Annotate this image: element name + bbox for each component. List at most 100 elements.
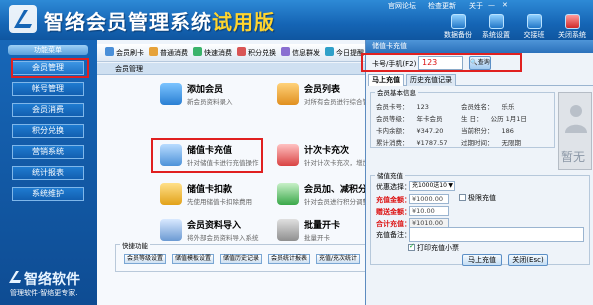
feature-name: 会员列表 (304, 85, 341, 95)
shift-label: 交接班 (523, 31, 545, 39)
exit-label: 关闭系统 (558, 31, 586, 39)
print-ticket-checkbox[interactable]: 打印充值小票 (408, 242, 459, 253)
swipe-card-button[interactable]: 会员刷卡 (105, 47, 144, 59)
toolbar: 会员刷卡 普通消费 快速消费 积分兑换 信息群发 今日提醒 (97, 44, 365, 62)
fixed-charge-label: 极限充值 (468, 194, 496, 202)
backup-label: 数据备份 (444, 31, 472, 39)
info-value: 乐乐 (501, 103, 515, 111)
plan-label: 优惠选择： (376, 183, 411, 191)
user-silhouette-icon (565, 105, 587, 133)
charge-now-button[interactable]: 马上充值 (462, 254, 502, 266)
sidebar-item-maintenance[interactable]: 系统维护 (12, 187, 84, 201)
info-card-number: 会员卡号： 123 (376, 101, 429, 111)
users-icon (526, 14, 542, 29)
title-bar: 智络会员管理系统试用版 官网论坛 检查更新 关于 — ✕ 数据备份 系统设置 交… (0, 0, 593, 40)
backup-button[interactable]: 数据备份 (440, 13, 476, 40)
info-value: 123 (416, 103, 429, 111)
today-reminder-button[interactable]: 今日提醒 (325, 47, 364, 59)
info-total-consume: 累计消费： ¥1787.57 (376, 137, 448, 147)
feature-desc: 将外部会员资料导入系统 (187, 234, 259, 242)
charge-amount-input[interactable]: ¥1000.00 (409, 194, 449, 204)
info-label: 生 日： (461, 115, 483, 123)
exit-button[interactable]: 关闭系统 (554, 13, 590, 40)
minimize-icon[interactable]: — (488, 1, 495, 9)
dialog-title: 储值卡充值 (366, 40, 593, 53)
close-dialog-button[interactable]: 关闭(Esc) (508, 254, 548, 266)
quick-template-button[interactable]: 储值模板设置 (172, 254, 215, 264)
sidebar-item-points[interactable]: 积分兑换 (12, 124, 84, 138)
brand-logo: 智络软件 管理软件·智络更专家. (6, 269, 96, 301)
power-icon (564, 14, 580, 29)
sidebar: 功能菜单 会员管理 帐号管理 会员消费 积分兑换 营销系统 统计报表 系统维护 … (0, 40, 97, 305)
info-label: 卡内余额： (376, 127, 409, 135)
quick-stats-button[interactable]: 会员统计报表 (268, 254, 311, 264)
feature-stored-value-deduct[interactable]: 储值卡扣款 先使用储值卡扣除费用 (160, 182, 280, 210)
points-exchange-label: 积分兑换 (248, 49, 276, 57)
info-label: 会员卡号： (376, 103, 409, 111)
info-label: 当前积分： (461, 127, 494, 135)
quick-history-button[interactable]: 储值历史记录 (220, 254, 263, 264)
quick-charge-stats-button[interactable]: 充值/充次统计 (316, 254, 361, 264)
import-icon (160, 219, 182, 241)
clock-icon (325, 47, 334, 56)
settings-label: 系统设置 (482, 31, 510, 39)
feature-add-member[interactable]: 添加会员 新会员资料录入 (160, 82, 280, 110)
plan-value: 充1000送10 (412, 182, 447, 189)
plus-minus-icon (277, 183, 299, 205)
shift-button[interactable]: 交接班 (516, 13, 552, 40)
gear-icon (488, 14, 504, 29)
highlight-box-sidebar (11, 58, 89, 78)
today-reminder-label: 今日提醒 (336, 49, 364, 57)
quick-functions-title: 快捷功能 (120, 240, 150, 250)
feature-desc: 批量开卡 (304, 234, 330, 242)
info-value: 年卡会员 (416, 115, 443, 123)
info-value: ¥1787.57 (416, 139, 448, 147)
total-label: 合计充值： (376, 220, 411, 228)
bulk-message-button[interactable]: 信息群发 (281, 47, 320, 59)
sidebar-item-accounts[interactable]: 帐号管理 (12, 82, 84, 96)
info-value: 186 (501, 127, 514, 135)
info-points: 当前积分： 186 (461, 125, 514, 135)
quick-member-level-button[interactable]: 会员等级设置 (124, 254, 167, 264)
photo-placeholder-label: 暂无 (561, 150, 586, 164)
tab-charge-history[interactable]: 历史充值记录 (406, 74, 456, 86)
normal-consume-button[interactable]: 普通消费 (149, 47, 188, 59)
bonus-label: 赠送金额： (376, 208, 411, 216)
chevron-down-icon: ▼ (448, 182, 453, 189)
sidebar-item-consume[interactable]: 会员消费 (12, 103, 84, 117)
sidebar-heading: 功能菜单 (8, 45, 88, 55)
sidebar-item-marketing[interactable]: 营销系统 (12, 145, 84, 159)
check-update-link[interactable]: 检查更新 (428, 1, 456, 11)
app-logo-icon (9, 5, 37, 33)
quick-consume-button[interactable]: 快速消费 (193, 47, 232, 59)
checkbox-icon (459, 194, 466, 201)
info-value: 无限期 (501, 139, 522, 147)
bonus-amount-input[interactable]: ¥10.00 (409, 206, 449, 216)
info-value: 公历 1月1日 (490, 115, 527, 123)
card-icon (105, 47, 114, 56)
feature-desc: 针对会员进行积分调整 (304, 198, 369, 206)
plan-select[interactable]: 充1000送10 ▼ (409, 181, 455, 191)
about-link[interactable]: 关于 (469, 1, 483, 11)
notes-input[interactable] (409, 227, 584, 242)
highlight-box-feature (151, 138, 263, 173)
tab-charge-now[interactable]: 马上充值 (368, 74, 404, 86)
brand-logo-icon (9, 271, 21, 283)
points-exchange-button[interactable]: 积分兑换 (237, 47, 276, 59)
trial-badge: 试用版 (212, 10, 275, 34)
settings-button[interactable]: 系统设置 (478, 13, 514, 40)
member-info-title: 会员基本信息 (375, 87, 418, 97)
close-icon[interactable]: ✕ (502, 1, 508, 9)
dialog-tabs: 马上充值 历史充值记录 (368, 74, 593, 86)
coin-icon (160, 183, 182, 205)
sidebar-item-reports[interactable]: 统计报表 (12, 166, 84, 180)
highlight-box-card (361, 53, 522, 72)
feature-name: 添加会员 (187, 85, 224, 95)
forum-link[interactable]: 官网论坛 (388, 1, 416, 11)
info-birthday: 生 日： 公历 1月1日 (461, 113, 527, 123)
info-member-name: 会员姓名： 乐乐 (461, 101, 515, 111)
add-user-icon (160, 83, 182, 105)
feature-import-members[interactable]: 会员资料导入 将外部会员资料导入系统 (160, 218, 280, 246)
fixed-charge-checkbox[interactable]: 极限充值 (459, 193, 496, 203)
message-icon (281, 47, 290, 56)
